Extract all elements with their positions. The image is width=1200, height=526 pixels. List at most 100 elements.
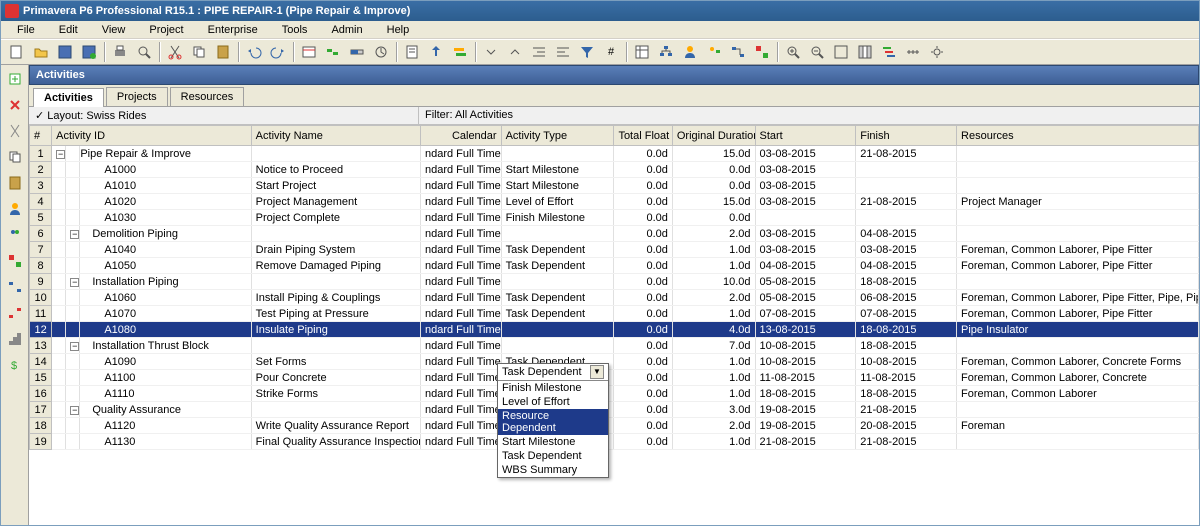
tb-redo-icon[interactable] xyxy=(267,41,289,63)
filter-label[interactable]: Filter: All Activities xyxy=(419,107,1199,124)
lb-cut-icon[interactable] xyxy=(5,121,25,141)
activity-grid[interactable]: # Activity ID Activity Name Calendar Act… xyxy=(29,125,1199,525)
tb-print-icon[interactable] xyxy=(109,41,131,63)
table-row[interactable]: 11A1070Test Piping at Pressurendard Full… xyxy=(30,306,1199,322)
tb-wbs-icon[interactable] xyxy=(655,41,677,63)
chevron-down-icon[interactable]: ▼ xyxy=(590,365,604,379)
lb-resources-icon[interactable] xyxy=(5,199,25,219)
tb-paste-icon[interactable] xyxy=(212,41,234,63)
lb-roles-icon[interactable] xyxy=(5,225,25,245)
col-activity-type[interactable]: Activity Type xyxy=(501,126,614,146)
table-row[interactable]: 19A1130Final Quality Assurance Inspectio… xyxy=(30,434,1199,450)
dropdown-selected[interactable]: Task Dependent ▼ xyxy=(498,364,608,381)
table-row[interactable]: 14A1090Set Formsndard Full TimeTask Depe… xyxy=(30,354,1199,370)
menu-tools[interactable]: Tools xyxy=(270,24,320,36)
tb-activities-icon[interactable] xyxy=(631,41,653,63)
tb-zoomout-icon[interactable] xyxy=(806,41,828,63)
dropdown-option[interactable]: Task Dependent xyxy=(498,449,608,463)
col-original-duration[interactable]: Original Duration xyxy=(672,126,755,146)
lb-successors-icon[interactable] xyxy=(5,303,25,323)
lb-steps-icon[interactable] xyxy=(5,329,25,349)
tb-open-icon[interactable] xyxy=(30,41,52,63)
tb-bars-icon[interactable] xyxy=(878,41,900,63)
menu-admin[interactable]: Admin xyxy=(319,24,374,36)
tb-save-as-icon[interactable] xyxy=(78,41,100,63)
col-rownum[interactable]: # xyxy=(30,126,52,146)
tb-columns-icon[interactable] xyxy=(854,41,876,63)
table-row[interactable]: 16A1110Strike Formsndard Full TimeTask D… xyxy=(30,386,1199,402)
col-activity-name[interactable]: Activity Name xyxy=(251,126,420,146)
tb-resources-icon[interactable] xyxy=(679,41,701,63)
tb-save-icon[interactable] xyxy=(54,41,76,63)
tb-relationships-icon[interactable] xyxy=(727,41,749,63)
tb-assign-icon[interactable] xyxy=(703,41,725,63)
table-row[interactable]: 18A1120Write Quality Assurance Reportnda… xyxy=(30,418,1199,434)
tb-indent-icon[interactable] xyxy=(528,41,550,63)
tb-undo-icon[interactable] xyxy=(243,41,265,63)
table-row[interactable]: 1−Pipe Repair & Improvendard Full Time0.… xyxy=(30,146,1199,162)
col-finish[interactable]: Finish xyxy=(856,126,957,146)
tb-fit-icon[interactable] xyxy=(830,41,852,63)
lb-copy-icon[interactable] xyxy=(5,147,25,167)
table-row[interactable]: 17−Quality Assurancendard Full Time0.0d3… xyxy=(30,402,1199,418)
table-row[interactable]: 4A1020Project Managementndard Full TimeL… xyxy=(30,194,1199,210)
table-row[interactable]: 12A1080Insulate Pipingndard Full Time0.0… xyxy=(30,322,1199,338)
tab-resources[interactable]: Resources xyxy=(170,87,245,106)
col-resources[interactable]: Resources xyxy=(957,126,1199,146)
lb-delete-icon[interactable] xyxy=(5,95,25,115)
tab-projects[interactable]: Projects xyxy=(106,87,168,106)
table-row[interactable]: 9−Installation Pipingndard Full Time0.0d… xyxy=(30,274,1199,290)
tb-new-icon[interactable] xyxy=(6,41,28,63)
menu-project[interactable]: Project xyxy=(137,24,195,36)
tb-schedule-icon[interactable] xyxy=(298,41,320,63)
collapse-icon[interactable]: − xyxy=(70,278,79,287)
tb-settings-icon[interactable] xyxy=(926,41,948,63)
lb-paste-icon[interactable] xyxy=(5,173,25,193)
table-row[interactable]: 8A1050Remove Damaged Pipingndard Full Ti… xyxy=(30,258,1199,274)
table-row[interactable]: 13−Installation Thrust Blockndard Full T… xyxy=(30,338,1199,354)
tb-collapse-icon[interactable] xyxy=(504,41,526,63)
tb-codes-icon[interactable] xyxy=(751,41,773,63)
tb-recalc-icon[interactable] xyxy=(370,41,392,63)
col-total-float[interactable]: Total Float xyxy=(614,126,672,146)
menu-file[interactable]: File xyxy=(5,24,47,36)
tb-level-icon[interactable] xyxy=(322,41,344,63)
dropdown-option[interactable]: Resource Dependent xyxy=(498,409,608,435)
tb-copy-icon[interactable] xyxy=(188,41,210,63)
menu-enterprise[interactable]: Enterprise xyxy=(196,24,270,36)
tb-expand-icon[interactable] xyxy=(480,41,502,63)
table-row[interactable]: 2A1000Notice to Proceedndard Full TimeSt… xyxy=(30,162,1199,178)
menu-edit[interactable]: Edit xyxy=(47,24,90,36)
activity-type-dropdown[interactable]: Task Dependent ▼ Finish MilestoneLevel o… xyxy=(497,363,609,478)
tb-publish-icon[interactable] xyxy=(425,41,447,63)
tb-outdent-icon[interactable] xyxy=(552,41,574,63)
collapse-icon[interactable]: − xyxy=(70,342,79,351)
menu-view[interactable]: View xyxy=(90,24,138,36)
col-start[interactable]: Start xyxy=(755,126,856,146)
dropdown-option[interactable]: Finish Milestone xyxy=(498,381,608,395)
tb-progress-icon[interactable] xyxy=(346,41,368,63)
tb-filter-icon[interactable] xyxy=(576,41,598,63)
dropdown-option[interactable]: Level of Effort xyxy=(498,395,608,409)
table-row[interactable]: 3A1010Start Projectndard Full TimeStart … xyxy=(30,178,1199,194)
table-row[interactable]: 10A1060Install Piping & Couplingsndard F… xyxy=(30,290,1199,306)
tb-timescale-icon[interactable] xyxy=(902,41,924,63)
collapse-icon[interactable]: − xyxy=(70,230,79,239)
tb-number-icon[interactable]: # xyxy=(600,41,622,63)
tb-zoomin-icon[interactable] xyxy=(782,41,804,63)
dropdown-option[interactable]: Start Milestone xyxy=(498,435,608,449)
tab-activities[interactable]: Activities xyxy=(33,88,104,107)
lb-predecessors-icon[interactable] xyxy=(5,277,25,297)
tb-preview-icon[interactable] xyxy=(133,41,155,63)
col-calendar[interactable]: Calendar xyxy=(420,126,501,146)
lb-activity-codes-icon[interactable] xyxy=(5,251,25,271)
table-row[interactable]: 6−Demolition Pipingndard Full Time0.0d2.… xyxy=(30,226,1199,242)
collapse-icon[interactable]: − xyxy=(70,406,79,415)
dropdown-option[interactable]: WBS Summary xyxy=(498,463,608,477)
table-row[interactable]: 7A1040Drain Piping Systemndard Full Time… xyxy=(30,242,1199,258)
col-activity-id[interactable]: Activity ID xyxy=(52,126,252,146)
table-row[interactable]: 5A1030Project Completendard Full TimeFin… xyxy=(30,210,1199,226)
tb-reports-icon[interactable] xyxy=(401,41,423,63)
table-row[interactable]: 15A1100Pour Concretendard Full TimeTask … xyxy=(30,370,1199,386)
layout-label[interactable]: ✓ Layout: Swiss Rides xyxy=(29,107,419,124)
